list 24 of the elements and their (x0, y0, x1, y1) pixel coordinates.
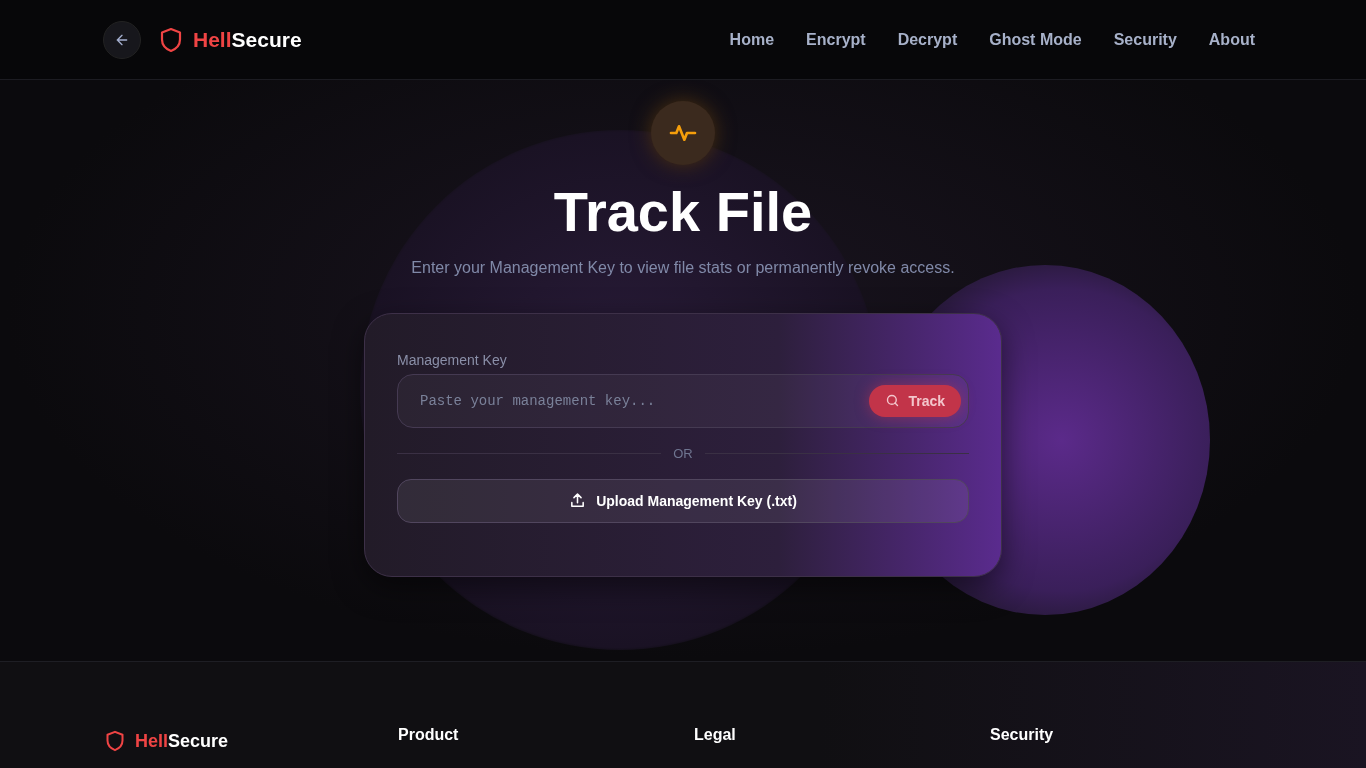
footer-heading: Product (398, 726, 459, 743)
track-button[interactable]: Track (869, 384, 961, 417)
footer-logo-text: HellSecure (135, 730, 229, 752)
nav-link[interactable]: About (1208, 30, 1255, 49)
upload-icon (569, 492, 587, 510)
nav-link[interactable]: Encrypt (806, 30, 866, 49)
footer-heading: Legal (694, 726, 736, 743)
or-divider-text: OR (673, 445, 693, 461)
shield-icon (105, 730, 125, 752)
search-icon (885, 393, 901, 409)
nav-link[interactable]: Security (1113, 30, 1177, 49)
key-input-field[interactable]: Paste your management key... Track (397, 373, 969, 428)
upload-button[interactable]: Upload Management Key (.txt) (397, 478, 969, 523)
field-label: Management Key (397, 351, 508, 368)
activity-icon (651, 101, 715, 165)
nav-link[interactable]: Home (729, 30, 775, 49)
back-button[interactable] (103, 20, 141, 59)
shield-icon (159, 26, 183, 53)
page-subtitle: Enter your Management Key to view file stats or permanently revoke access. (411, 258, 955, 277)
logo-text[interactable]: HellSecure (193, 27, 302, 52)
page-title: Track File (553, 181, 813, 243)
nav-link[interactable]: Decrypt (897, 30, 958, 49)
footer-heading: Security (990, 726, 1054, 743)
nav-link[interactable]: Ghost Mode (989, 30, 1082, 49)
